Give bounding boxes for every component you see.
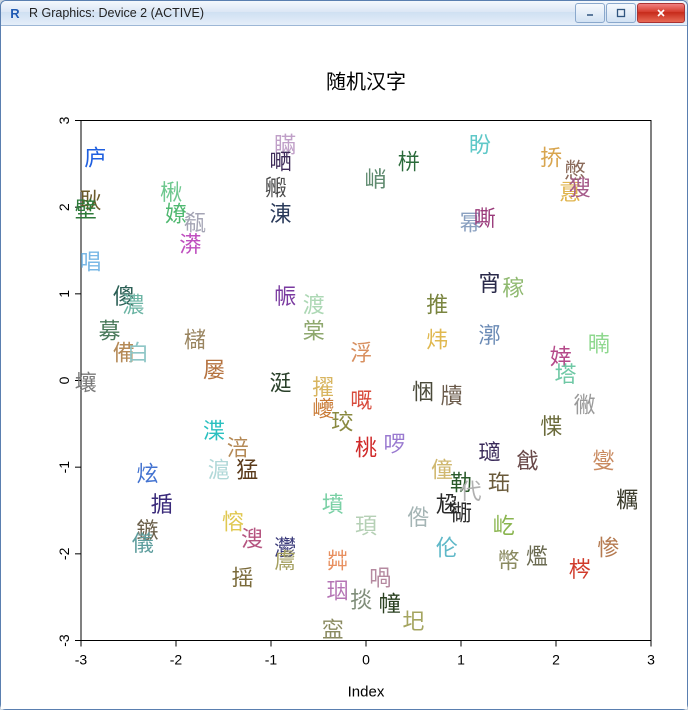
svg-text:-3: -3 [75,652,88,668]
glyph-point: 鬳 [274,548,296,573]
svg-text:0: 0 [56,376,72,384]
glyph-point: 儀 [132,531,154,556]
glyph-point: 茻 [326,548,348,573]
glyph-point: 珤 [488,470,510,495]
glyph-point: 衚 [450,501,472,526]
scatter-glyphs: 庐耿壁唱傻募備白壤炫揗鏃儀濃楸嫽瓻漭櫧屡渫涪滬猛愹溲摇瞞嗮毈涷帪涏灪鬳渡棠擢巙珓… [75,132,639,642]
glyph-point: 猛 [236,457,258,482]
plot-svg: 随机汉字 Index -3-2-10123 -3-2-10123 庐耿壁唱傻募備… [1,26,687,709]
svg-text:-2: -2 [56,547,72,560]
close-button[interactable] [637,3,685,23]
glyph-point: 毈 [265,176,287,201]
glyph-point: 滬 [208,457,230,482]
glyph-point: 幣 [497,548,519,573]
maximize-button[interactable] [606,3,636,23]
glyph-point: 幢 [379,592,401,617]
glyph-point: 桃 [355,436,377,461]
svg-text:-2: -2 [170,652,183,668]
glyph-point: 渫 [203,418,225,443]
glyph-point: 嗮 [269,150,291,175]
glyph-point: 糲 [616,488,638,513]
window-controls [575,3,687,23]
x-axis-label: Index [348,684,385,701]
glyph-point: 珓 [331,410,353,435]
glyph-point: 屹 [493,514,515,539]
glyph-point: 櫧 [184,327,206,352]
x-axis-ticks: -3 -2 -1 0 1 2 3 [75,641,655,668]
glyph-point: 梣 [569,557,591,582]
glyph-point: 倃 [407,505,429,530]
glyph-point: 寍 [322,618,344,643]
glyph-point: 戧 [516,449,538,474]
glyph-point: 浮 [350,340,372,365]
glyph-point: 炫 [136,462,158,487]
glyph-point: 惵 [540,414,562,439]
glyph-point: 濃 [122,293,144,318]
glyph-point: 挢 [540,145,562,170]
svg-text:-1: -1 [265,652,278,668]
glyph-point: 宵 [478,271,500,296]
svg-text:0: 0 [362,652,370,668]
glyph-point: 壁 [75,197,97,222]
glyph-point: 嘅 [350,388,372,413]
glyph-point: 漷 [478,323,500,348]
glyph-point: 涷 [269,202,291,227]
r-app-icon: R [7,5,23,21]
glyph-point: 掞 [350,587,372,612]
glyph-point: 珚 [326,579,348,604]
glyph-point: 栟 [398,150,420,175]
window-title: R Graphics: Device 2 (ACTIVE) [29,6,204,20]
glyph-point: 涏 [269,371,291,396]
glyph-point: 庐 [84,145,106,170]
glyph-point: 推 [426,293,448,318]
minimize-button[interactable] [575,3,605,23]
svg-text:3: 3 [56,116,72,124]
svg-text:1: 1 [457,652,465,668]
glyph-point: 溲 [241,527,263,552]
plot-canvas: 随机汉字 Index -3-2-10123 -3-2-10123 庐耿壁唱傻募備… [1,26,687,709]
svg-text:2: 2 [56,203,72,211]
glyph-point: 揗 [151,492,173,517]
glyph-point: 爁 [526,544,548,569]
glyph-point: 峭 [364,167,386,192]
svg-text:2: 2 [552,652,560,668]
glyph-point: 獀 [569,176,591,201]
glyph-point: 棠 [303,319,325,344]
svg-text:1: 1 [56,290,72,298]
glyph-point: 伦 [436,535,458,560]
glyph-point: 稼 [502,275,524,300]
svg-text:3: 3 [647,652,655,668]
glyph-point: 壤 [75,371,97,396]
glyph-point: 燮 [592,449,614,474]
glyph-point: 瓋 [478,440,500,465]
glyph-point: 漭 [179,232,201,257]
glyph-point: 帪 [274,284,296,309]
svg-text:-3: -3 [56,634,72,647]
graphics-window: R R Graphics: Device 2 (ACTIVE) 随机汉字 Ind… [0,0,688,710]
glyph-point: 牘 [440,384,462,409]
glyph-point: 屡 [203,358,225,383]
glyph-point: 惨 [597,535,619,560]
glyph-point: 炜 [426,327,448,352]
glyph-point: 暔 [588,332,610,357]
glyph-point: 摇 [231,566,253,591]
glyph-point: 墳 [322,492,344,517]
glyph-point: 嘶 [474,206,496,231]
glyph-point: 喎 [369,566,391,591]
glyph-point: 頊 [355,514,377,539]
glyph-point: 啰 [383,431,405,456]
glyph-point: 塔 [554,362,576,387]
svg-text:-1: -1 [56,461,72,474]
glyph-point: 盼 [469,132,491,157]
glyph-point: 徶 [573,392,595,417]
glyph-point: 唱 [79,249,101,274]
titlebar[interactable]: R R Graphics: Device 2 (ACTIVE) [1,1,687,26]
glyph-point: 圯 [402,609,424,634]
glyph-point: 渡 [303,293,325,318]
glyph-point: 悃 [412,379,434,404]
glyph-point: 白 [127,340,149,365]
plot-title: 随机汉字 [326,71,406,94]
glyph-point: 代 [459,479,481,504]
